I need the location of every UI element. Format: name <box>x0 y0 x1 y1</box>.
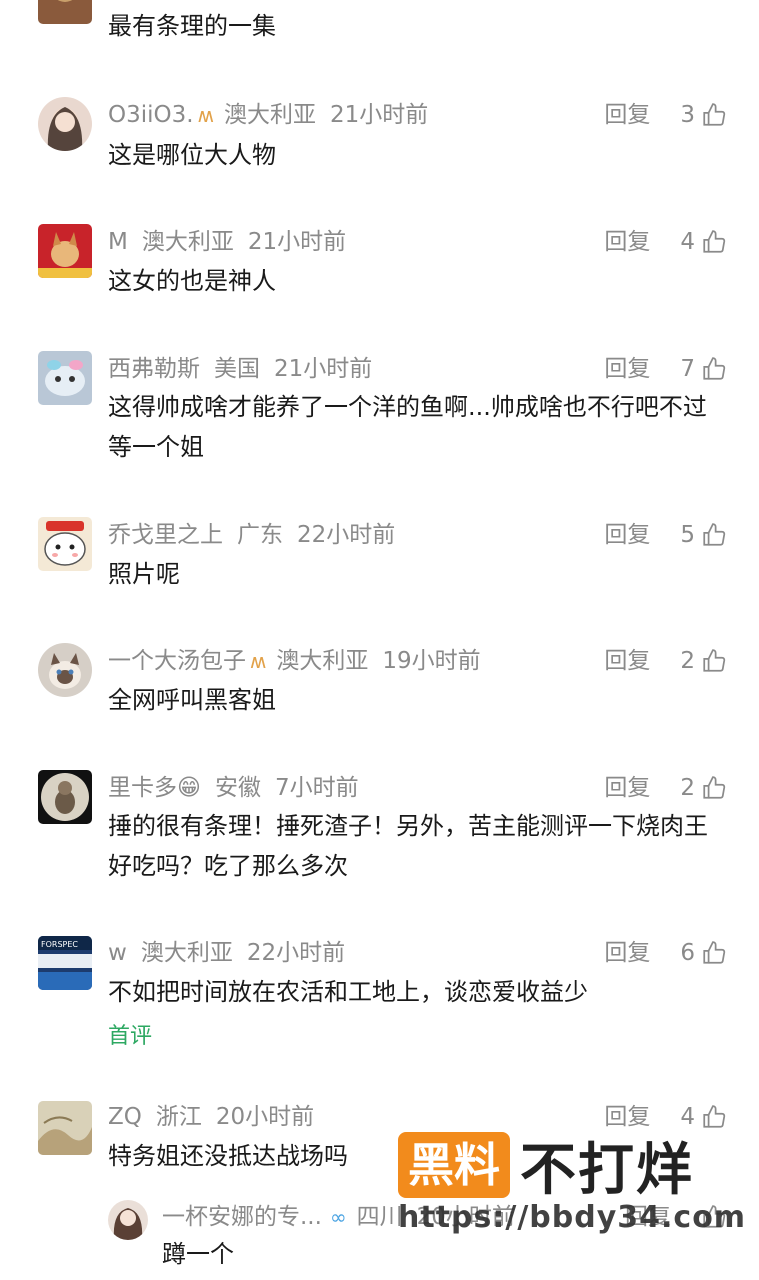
like-count: 2 <box>680 775 695 801</box>
comment-text: 最有条理的一集 <box>108 12 276 40</box>
avatar[interactable] <box>108 1200 148 1240</box>
timestamp: 22小时前 <box>246 940 346 966</box>
location: 四川 <box>356 1204 403 1230</box>
thumb-up-icon[interactable] <box>701 229 727 255</box>
watermark-slogan: 不打烊 <box>520 1137 694 1203</box>
avatar[interactable] <box>38 97 92 151</box>
username[interactable]: 乔戈里之上 <box>108 522 223 548</box>
comment-meta: ZQ 浙江 20小时前 <box>108 1102 314 1132</box>
timestamp: 7小时前 <box>274 775 359 801</box>
avatar[interactable]: FORSPEC <box>38 936 92 990</box>
comment-text: 这得帅成啥才能养了一个洋的鱼啊...帅成啥也不行吧不过 等一个姐 <box>108 393 707 461</box>
svg-text:FORSPEC: FORSPEC <box>41 940 78 949</box>
timestamp: 21小时前 <box>247 229 347 255</box>
location: 浙江 <box>155 1104 202 1130</box>
watermark-logo: 黑料 不打烊 <box>398 1132 694 1203</box>
avatar[interactable] <box>38 1101 92 1155</box>
avatar[interactable] <box>38 351 92 405</box>
comment-actions: 回复 7 <box>604 354 727 384</box>
username[interactable]: w <box>108 940 127 966</box>
comment-actions: 回复 2 <box>604 773 727 803</box>
comment-text: 这是哪位大人物 <box>108 141 276 169</box>
timestamp: 21小时前 <box>274 356 373 382</box>
timestamp: 22小时前 <box>297 522 396 548</box>
location: 澳大利亚 <box>141 229 234 255</box>
location: 澳大利亚 <box>140 940 233 966</box>
fan-badge-icon: ∞ <box>329 1205 347 1229</box>
location: 安徽 <box>214 775 261 801</box>
location: 澳大利亚 <box>276 648 369 674</box>
comment-meta: O3iiO3. ʍ 澳大利亚 21小时前 <box>108 100 428 130</box>
timestamp: 21小时前 <box>329 102 429 128</box>
comment-meta: w 澳大利亚 22小时前 <box>108 938 345 968</box>
timestamp: 20小时前 <box>215 1104 315 1130</box>
reply-button[interactable]: 回复 <box>604 227 650 257</box>
fan-badge-icon: ʍ <box>250 649 267 673</box>
username[interactable]: M <box>108 229 128 255</box>
reply-button[interactable]: 回复 <box>604 646 650 676</box>
like-count: 4 <box>680 229 695 255</box>
username[interactable]: 一杯安娜的专... <box>162 1204 322 1230</box>
reply-button[interactable]: 回复 <box>604 773 650 803</box>
location: 广东 <box>237 522 283 548</box>
location: 澳大利亚 <box>223 102 316 128</box>
comment-meta: 西弗勒斯 美国 21小时前 <box>108 354 372 384</box>
watermark-brand: 黑料 <box>398 1132 510 1198</box>
username[interactable]: 一个大汤包子 <box>108 648 246 674</box>
comment-text: 这女的也是神人 <box>108 267 276 295</box>
comment-text: 捶的很有条理！捶死渣子！另外，苦主能测评一下烧肉王好吃吗？吃了那么多次 <box>108 812 708 880</box>
username[interactable]: 西弗勒斯 <box>108 356 200 382</box>
avatar[interactable] <box>38 517 92 571</box>
reply-button[interactable]: 回复 <box>604 354 650 384</box>
like-count: 7 <box>680 356 695 382</box>
username[interactable]: 里卡多😁 <box>108 775 201 801</box>
avatar[interactable] <box>38 0 92 24</box>
avatar[interactable] <box>38 224 92 278</box>
comment-actions: 回复 6 <box>604 938 727 968</box>
comment-text: 全网呼叫黑客姐 <box>108 686 276 714</box>
like-count: 6 <box>680 940 695 966</box>
fan-badge-icon: ʍ <box>197 103 214 127</box>
watermark-url: https://bbdy34.com <box>398 1200 747 1235</box>
thumb-up-icon[interactable] <box>701 775 727 801</box>
thumb-up-icon[interactable] <box>701 1104 727 1130</box>
reply-button[interactable]: 回复 <box>604 938 650 968</box>
like-count: 3 <box>680 102 695 128</box>
like-count: 2 <box>680 648 695 674</box>
reply-button[interactable]: 回复 <box>604 520 650 550</box>
comment-actions: 回复 3 <box>604 100 727 130</box>
timestamp: 19小时前 <box>382 648 481 674</box>
comment-actions: 回复 4 <box>604 227 727 257</box>
thumb-up-icon[interactable] <box>701 648 727 674</box>
comment-meta: 乔戈里之上 广东 22小时前 <box>108 520 395 550</box>
thumb-up-icon[interactable] <box>701 356 727 382</box>
like-count: 5 <box>680 522 695 548</box>
comment-actions: 回复 5 <box>604 520 727 550</box>
comment-text: 蹲一个 <box>162 1240 234 1268</box>
comment-actions: 回复 2 <box>604 646 727 676</box>
reply-button[interactable]: 回复 <box>604 100 650 130</box>
avatar[interactable] <box>38 643 92 697</box>
location: 美国 <box>214 356 260 382</box>
thumb-up-icon[interactable] <box>701 522 727 548</box>
username[interactable]: ZQ <box>108 1104 142 1130</box>
comment-meta: 里卡多😁 安徽 7小时前 <box>108 773 359 803</box>
username[interactable]: O3iiO3. <box>108 102 194 128</box>
avatar[interactable] <box>38 770 92 824</box>
thumb-up-icon[interactable] <box>701 940 727 966</box>
comment-meta: 一个大汤包子 ʍ 澳大利亚 19小时前 <box>108 646 481 676</box>
comment-text: 照片呢 <box>108 560 180 588</box>
comment-meta: M 澳大利亚 21小时前 <box>108 227 346 257</box>
thumb-up-icon[interactable] <box>701 102 727 128</box>
first-comment-tag: 首评 <box>108 1024 153 1049</box>
comment-text: 不如把时间放在农活和工地上，谈恋爱收益少 <box>108 978 588 1006</box>
